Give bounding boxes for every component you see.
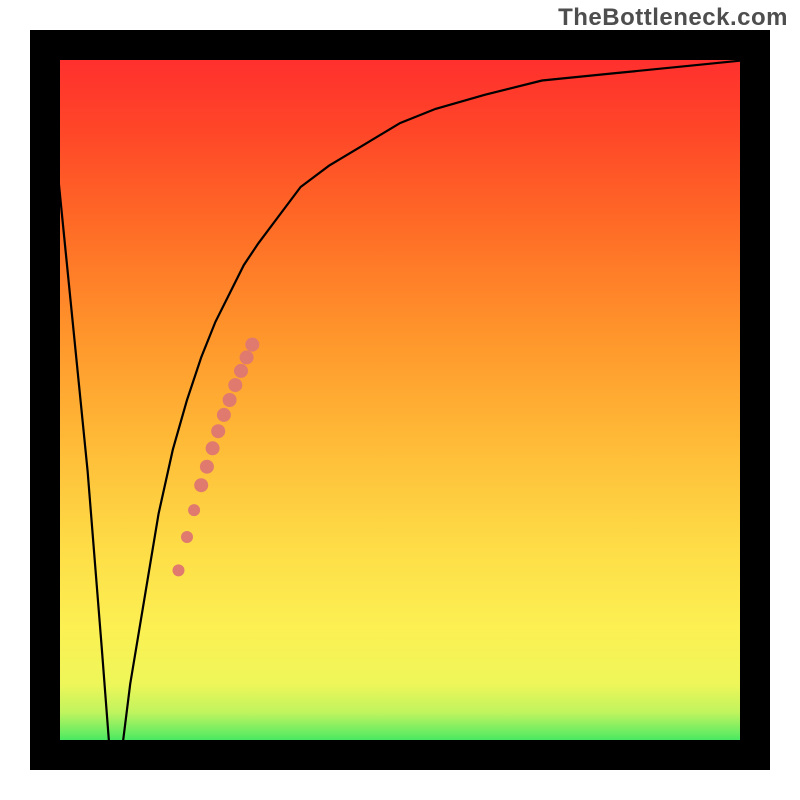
- marker-dot: [223, 393, 237, 407]
- chart-container: TheBottleneck.com: [0, 0, 800, 800]
- plot-frame-edge: [30, 740, 770, 770]
- marker-dot: [234, 364, 248, 378]
- plot-frame-edge: [30, 30, 770, 60]
- bottleneck-chart: [0, 0, 800, 800]
- marker-dot: [194, 478, 208, 492]
- marker-dot: [188, 504, 200, 516]
- plot-background: [45, 45, 755, 755]
- marker-dot: [206, 441, 220, 455]
- marker-dot: [211, 424, 225, 438]
- marker-dot: [240, 350, 254, 364]
- watermark-text: TheBottleneck.com: [558, 4, 788, 32]
- marker-dot: [228, 378, 242, 392]
- marker-dot: [217, 408, 231, 422]
- marker-dot: [245, 338, 259, 352]
- marker-dot: [173, 564, 185, 576]
- plot-frame-edge: [740, 30, 770, 770]
- marker-dot: [200, 460, 214, 474]
- marker-dot: [181, 531, 193, 543]
